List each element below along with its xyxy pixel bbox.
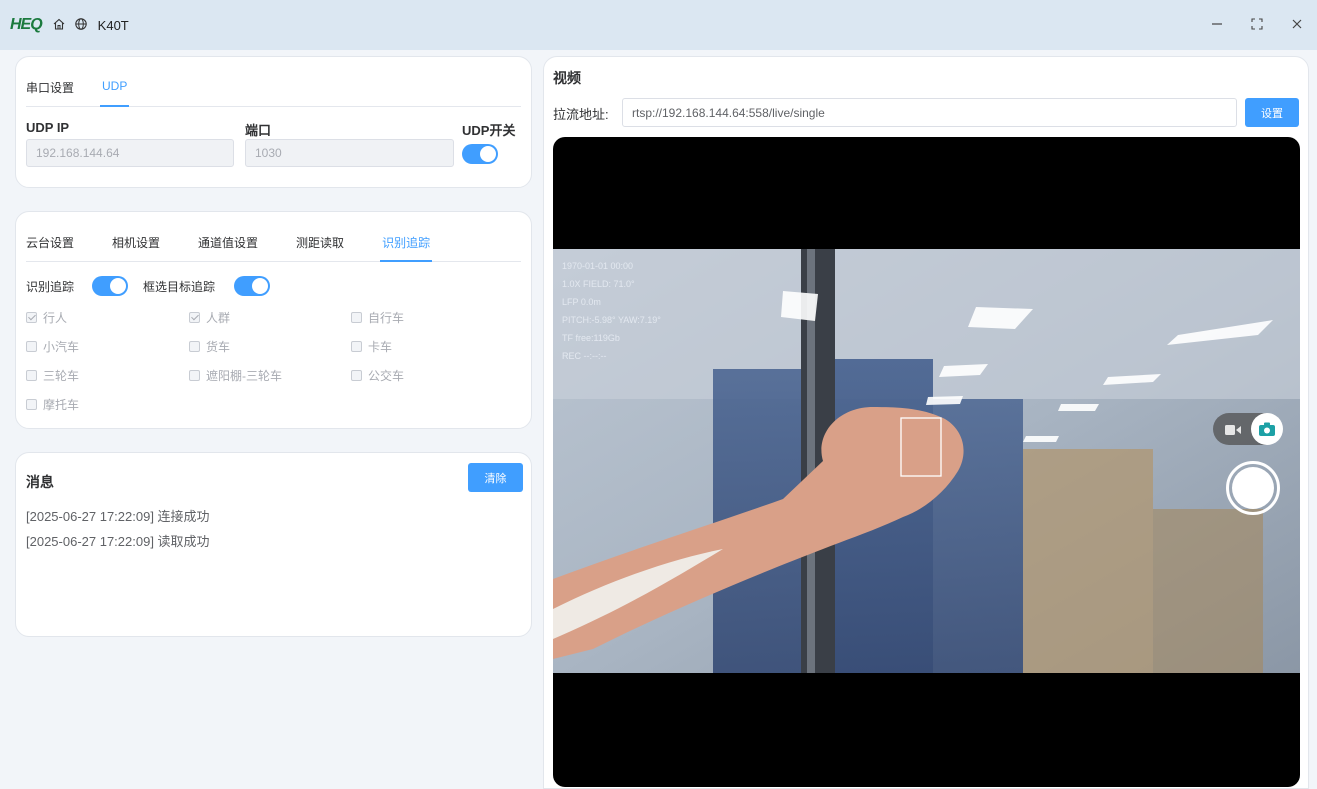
stream-url-label: 拉流地址:: [553, 107, 609, 122]
checkbox-truck[interactable]: 卡车: [351, 338, 392, 355]
checkbox-box[interactable]: [351, 341, 362, 352]
checkbox-bus[interactable]: 公交车: [351, 367, 404, 384]
capture-mode-toggle[interactable]: [1213, 413, 1283, 445]
checkbox-box[interactable]: [26, 312, 37, 323]
message-line: [2025-06-27 17:22:09] 连接成功: [26, 509, 210, 524]
window-title: K40T: [97, 17, 129, 33]
checkbox-box[interactable]: [351, 370, 362, 381]
stream-set-button[interactable]: 设置: [1245, 98, 1299, 127]
clear-button[interactable]: 清除: [468, 463, 523, 492]
checkbox-box[interactable]: [26, 341, 37, 352]
osd-rec: REC --:--:--: [562, 351, 607, 361]
minimize-icon[interactable]: [1207, 14, 1227, 34]
udp-settings-card: 串口设置 UDP UDP IP 192.168.144.64 端口 1030 U…: [15, 56, 532, 188]
checkbox-box[interactable]: [26, 399, 37, 410]
checkbox-label: 货车: [206, 340, 231, 354]
tab-serial-settings[interactable]: 串口设置: [26, 79, 74, 106]
video-icon[interactable]: [1225, 423, 1241, 441]
checkbox-box[interactable]: [351, 312, 362, 323]
tab-udp[interactable]: UDP: [99, 79, 130, 107]
checkbox-label: 卡车: [368, 340, 393, 354]
checkbox-box[interactable]: [189, 312, 200, 323]
checkbox-van[interactable]: 货车: [189, 338, 230, 355]
checkbox-label: 自行车: [368, 311, 405, 325]
udp-switch-label: UDP开关: [462, 123, 516, 138]
tab-gimbal-settings[interactable]: 云台设置: [26, 234, 74, 261]
checkbox-label: 公交车: [368, 369, 405, 383]
udp-tabs: 串口设置 UDP: [26, 79, 521, 107]
checkbox-bicycle[interactable]: 自行车: [351, 309, 404, 326]
checkbox-box[interactable]: [189, 370, 200, 381]
stream-url-input[interactable]: [622, 98, 1237, 127]
tab-recognition-tracking[interactable]: 识别追踪: [380, 234, 433, 262]
message-title: 消息: [26, 474, 54, 490]
app-logo: HEQ: [10, 16, 43, 33]
osd-attitude: PITCH:-5.98° YAW:7.19°: [562, 315, 661, 325]
udp-ip-field[interactable]: 192.168.144.64: [26, 139, 234, 167]
checkbox-label: 小汽车: [43, 340, 80, 354]
checkbox-car[interactable]: 小汽车: [26, 338, 79, 355]
checkbox-label: 人群: [206, 311, 231, 325]
title-bar: HEQ K40T: [0, 0, 1317, 50]
message-card: 消息 清除 [2025-06-27 17:22:09] 连接成功 [2025-0…: [15, 452, 532, 637]
video-frame: 1970-01-01 00:00 1.0X FIELD: 71.0° LFP 0…: [553, 249, 1300, 673]
udp-ip-label: UDP IP: [26, 120, 70, 135]
window-controls: [1207, 14, 1307, 34]
checkbox-crowd[interactable]: 人群: [189, 309, 230, 326]
checkbox-tricycle[interactable]: 三轮车: [26, 367, 79, 384]
checkbox-label: 摩托车: [43, 398, 80, 412]
video-title: 视频: [553, 70, 581, 86]
checkbox-label: 行人: [43, 311, 68, 325]
checkbox-awning-tricycle[interactable]: 遮阳棚-三轮车: [189, 367, 282, 384]
message-line: [2025-06-27 17:22:09] 读取成功: [26, 534, 210, 549]
home-icon[interactable]: [52, 17, 68, 33]
shutter-button[interactable]: [1226, 461, 1280, 515]
port-field[interactable]: 1030: [245, 139, 454, 167]
tracking-card: 云台设置 相机设置 通道值设置 测距读取 识别追踪 识别追踪 框选目标追踪 行人…: [15, 211, 532, 429]
box-select-toggle-label: 框选目标追踪: [143, 280, 216, 294]
udp-switch[interactable]: [462, 144, 498, 164]
osd-storage: TF free:119Gb: [562, 333, 620, 343]
tab-camera-settings[interactable]: 相机设置: [112, 234, 160, 261]
recognition-toggle-label: 识别追踪: [26, 280, 75, 294]
checkbox-motorcycle[interactable]: 摩托车: [26, 396, 79, 413]
video-scene: [553, 249, 1300, 673]
close-icon[interactable]: [1287, 14, 1307, 34]
maximize-icon[interactable]: [1247, 14, 1267, 34]
port-label: 端口: [245, 123, 272, 138]
box-select-toggle[interactable]: [234, 276, 270, 296]
checkbox-pedestrian[interactable]: 行人: [26, 309, 67, 326]
tab-channel-settings[interactable]: 通道值设置: [198, 234, 258, 261]
camera-icon[interactable]: [1251, 413, 1283, 445]
settings-tabs: 云台设置 相机设置 通道值设置 测距读取 识别追踪: [26, 234, 521, 262]
osd-zoom: 1.0X FIELD: 71.0°: [562, 279, 635, 289]
recognition-toggle[interactable]: [92, 276, 128, 296]
checkbox-label: 三轮车: [43, 369, 80, 383]
globe-icon[interactable]: [74, 17, 90, 33]
checkbox-label: 遮阳棚-三轮车: [206, 369, 282, 383]
osd-datetime: 1970-01-01 00:00: [562, 261, 634, 271]
osd-range: LFP 0.0m: [562, 297, 601, 307]
tab-ranging[interactable]: 测距读取: [296, 234, 344, 261]
checkbox-box[interactable]: [26, 370, 37, 381]
shutter-inner: [1232, 467, 1274, 509]
video-player[interactable]: 1970-01-01 00:00 1.0X FIELD: 71.0° LFP 0…: [553, 137, 1300, 787]
checkbox-box[interactable]: [189, 341, 200, 352]
